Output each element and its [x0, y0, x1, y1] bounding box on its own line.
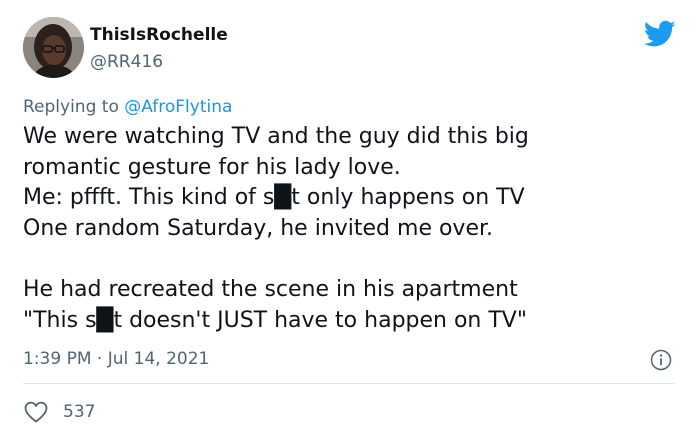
replying-to: Replying to @AfroFlytina: [23, 97, 232, 117]
like-action[interactable]: 537: [23, 400, 95, 424]
replying-to-label: Replying to: [23, 97, 125, 117]
tweet-text: We were watching TV and the guy did this…: [23, 124, 529, 333]
user-handle[interactable]: @RR416: [90, 52, 163, 72]
like-count: 537: [63, 402, 96, 422]
display-name[interactable]: ThisIsRochelle: [90, 25, 228, 45]
heart-icon[interactable]: [23, 400, 49, 424]
info-icon[interactable]: [650, 349, 672, 371]
twitter-bird-icon[interactable]: [644, 20, 676, 48]
avatar[interactable]: [23, 17, 84, 78]
avatar-image: [23, 17, 84, 78]
divider: [23, 383, 675, 384]
tweet-card: ThisIsRochelle @RR416 Replying to @AfroF…: [0, 0, 700, 442]
reply-mention-link[interactable]: @AfroFlytina: [124, 97, 232, 117]
tweet-timestamp[interactable]: 1:39 PM · Jul 14, 2021: [23, 349, 209, 369]
